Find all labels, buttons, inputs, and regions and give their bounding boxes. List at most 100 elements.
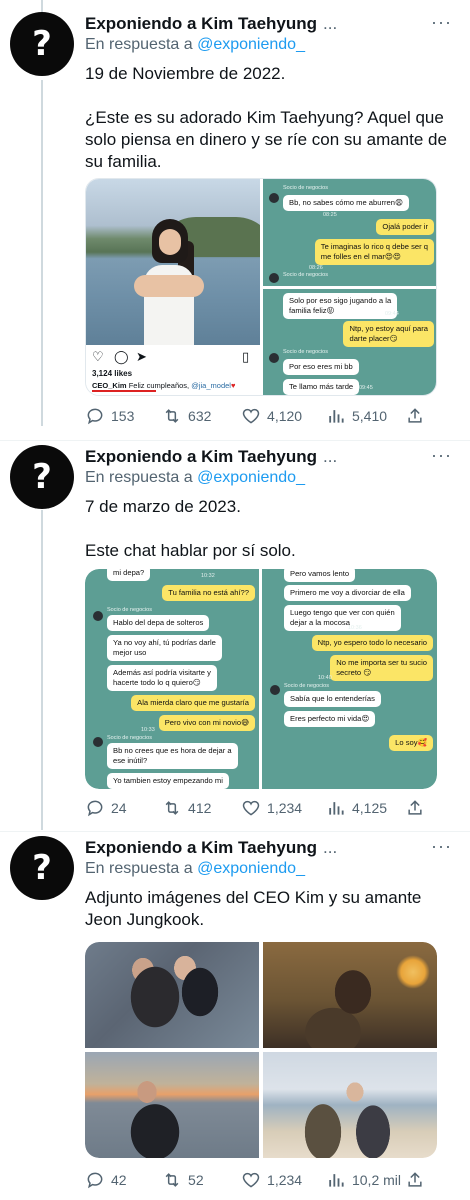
chat-screenshot[interactable]: Solo por eso sigo jugando a la familia f… (263, 289, 436, 395)
chat-message: Yo tambien estoy empezando mi (107, 773, 229, 789)
author-name[interactable]: Exponiendo a Kim Taehyung (85, 447, 317, 467)
share-icon: ➤ (136, 349, 147, 364)
share-button[interactable] (405, 406, 425, 426)
like-count: 1,234 (267, 800, 303, 816)
more-options-icon[interactable]: ··· (431, 12, 452, 33)
retweet-button[interactable]: 632 (162, 406, 241, 426)
retweet-button[interactable]: 412 (162, 798, 241, 818)
chat-message-line: mejor uso (113, 648, 147, 657)
views-button[interactable]: 10,2 mil (326, 1170, 405, 1190)
share-button[interactable] (405, 1170, 425, 1190)
reply-button[interactable]: 42 (85, 1170, 162, 1190)
chat-message: Ntp, yo estoy aquí para darte placer😏 (343, 321, 434, 347)
chat-message-line: ese inútil? (113, 756, 148, 765)
chat-time: 09:44 (385, 311, 399, 317)
chat-message: Luego tengo que ver con quién dejar a la… (284, 605, 401, 631)
comment-icon: ◯ (114, 349, 129, 364)
views-button[interactable]: 5,410 (326, 406, 405, 426)
chat-time: 10:33 (141, 727, 155, 733)
heart-icon (242, 800, 260, 816)
reply-prefix: En respuesta a (85, 469, 193, 486)
like-button[interactable]: 1,234 (241, 1170, 326, 1190)
name-ellipsis: ... (323, 838, 338, 857)
reply-prefix: En respuesta a (85, 36, 193, 53)
tweet[interactable]: ? Exponiendo a Kim Taehyung ... ··· En r… (0, 832, 470, 1200)
like-button[interactable]: 4,120 (241, 406, 326, 426)
chat-time: 10:36 (348, 625, 362, 631)
chat-screenshot[interactable]: Pero vamos lento Primero me voy a divorc… (262, 569, 437, 789)
contact-avatar (269, 193, 279, 203)
chat-message-line: Bb no crees que es hora de dejar a (113, 746, 232, 755)
tweet-media[interactable] (85, 942, 437, 1158)
chat-message-line: Te imaginas lo rico q debe ser q (320, 242, 428, 251)
views-icon (329, 802, 344, 815)
chat-message: Hablo del depa de solteros (107, 615, 210, 631)
tweet-actions: 153 632 4,120 5,410 (85, 404, 425, 428)
more-options-icon[interactable]: ··· (431, 445, 452, 466)
tweet-media[interactable]: ♡ ◯ ➤ ▯ 3,124 likes CEO_Kim Feliz cumple… (85, 178, 437, 396)
chat-message: Te imaginas lo rico q debe ser q me foll… (314, 239, 434, 265)
contact-avatar (269, 273, 279, 283)
chat-message: Pero vivo con mi novio😅 (158, 715, 255, 731)
share-button[interactable] (405, 798, 425, 818)
views-button[interactable]: 4,125 (326, 798, 405, 818)
reply-context: En respuesta a @exponiendo_ (85, 860, 305, 878)
tweet[interactable]: ? Exponiendo a Kim Taehyung ... ··· En r… (0, 441, 470, 831)
heart-icon: ♡ (92, 349, 104, 364)
chat-message-line: hacerte todo lo q quiero😏 (113, 678, 201, 687)
chat-message-line: Ntp, yo estoy aquí para (349, 324, 428, 333)
chat-time: 08:26 (309, 265, 323, 271)
chat-screenshot[interactable]: mi depa? 10:32 Tu familia no está ahí?? … (85, 569, 259, 789)
photo[interactable] (263, 942, 437, 1048)
avatar[interactable]: ? (10, 12, 74, 76)
chat-message: Lo soy🥰 (389, 735, 433, 751)
chat-sender: Socio de negocios (107, 607, 152, 613)
like-button[interactable]: 1,234 (241, 798, 326, 818)
chat-sender: Socio de negocios (284, 683, 329, 689)
more-options-icon[interactable]: ··· (431, 836, 452, 857)
instagram-screenshot[interactable]: ♡ ◯ ➤ ▯ 3,124 likes CEO_Kim Feliz cumple… (86, 179, 260, 395)
avatar[interactable]: ? (10, 836, 74, 900)
heart-emoji-icon: ♥ (230, 381, 236, 390)
reply-handle-link[interactable]: @exponiendo_ (197, 36, 305, 53)
heart-icon (242, 408, 260, 424)
tweet-header: Exponiendo a Kim Taehyung ... (85, 836, 460, 860)
photo[interactable] (85, 942, 259, 1048)
instagram-caption: CEO_Kim Feliz cumpleaños, @jia_model♥ (92, 381, 235, 390)
chat-time: 10:40 (318, 675, 332, 681)
reply-context: En respuesta a @exponiendo_ (85, 469, 305, 487)
chat-message-line: Solo por eso sigo jugando a la (289, 296, 392, 305)
chat-message-line: darte placer😏 (349, 334, 398, 343)
chat-screenshot[interactable]: Socio de negocios Bb, no sabes cómo me a… (263, 179, 436, 286)
chat-message-line: familia feliz😝 (289, 306, 335, 315)
views-count: 4,125 (351, 800, 388, 816)
reply-handle-link[interactable]: @exponiendo_ (197, 860, 305, 877)
reply-button[interactable]: 153 (85, 406, 162, 426)
avatar[interactable]: ? (10, 445, 74, 509)
reply-handle-link[interactable]: @exponiendo_ (197, 469, 305, 486)
tweet[interactable]: ? Exponiendo a Kim Taehyung ... ··· En r… (0, 0, 470, 440)
author-name[interactable]: Exponiendo a Kim Taehyung (85, 838, 317, 858)
share-icon (408, 800, 422, 815)
author-name[interactable]: Exponiendo a Kim Taehyung (85, 14, 317, 34)
chat-message: Además así podría visitarte y hacerte to… (107, 665, 217, 691)
reply-button[interactable]: 24 (85, 798, 162, 818)
photo[interactable] (85, 1052, 259, 1158)
chat-message: Tu familia no está ahí?? (162, 585, 255, 601)
chat-message-line: No me importa ser tu sucio (336, 658, 427, 667)
instagram-likes: 3,124 likes (92, 369, 133, 378)
tweet-text: Adjunto imágenes del CEO Kim y su amante… (85, 888, 422, 929)
views-icon (329, 1174, 344, 1187)
reply-icon (87, 800, 103, 817)
photo[interactable] (263, 1052, 437, 1158)
retweet-button[interactable]: 52 (162, 1170, 241, 1190)
chat-message: Ntp, yo espero todo lo necesario (311, 635, 433, 651)
chat-message: Solo por eso sigo jugando a la familia f… (283, 293, 398, 319)
views-count: 5,410 (351, 408, 388, 424)
tweet-media[interactable]: mi depa? 10:32 Tu familia no está ahí?? … (85, 569, 437, 789)
contact-avatar (93, 737, 103, 747)
reply-context: En respuesta a @exponiendo_ (85, 36, 305, 54)
chat-message-line: Luego tengo que ver con quién (290, 608, 395, 617)
name-ellipsis: ... (323, 447, 338, 466)
bookmark-icon: ▯ (242, 349, 250, 364)
